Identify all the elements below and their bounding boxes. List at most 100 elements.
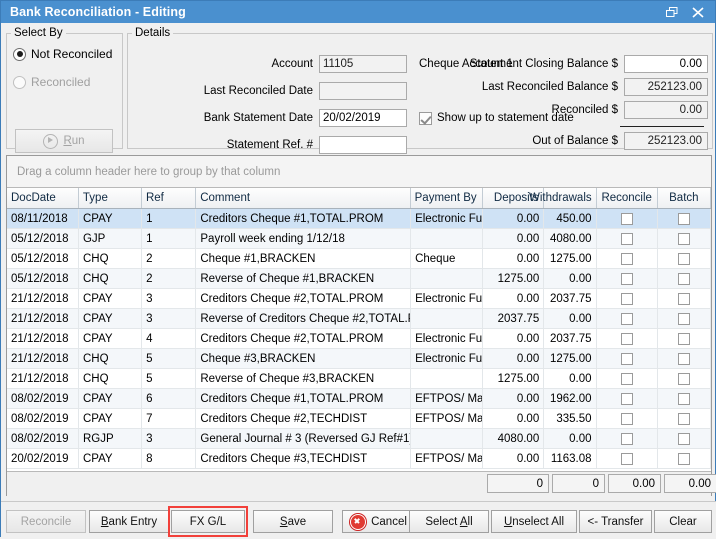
select-all-button[interactable]: Select All xyxy=(409,510,489,533)
cell-reconcile[interactable] xyxy=(597,389,658,408)
batch-checkbox[interactable] xyxy=(678,213,690,225)
reconcile-checkbox[interactable] xyxy=(621,413,633,425)
statement-ref-input[interactable] xyxy=(319,136,407,154)
account-input[interactable] xyxy=(319,55,407,73)
cell-batch[interactable] xyxy=(658,289,711,308)
cell-batch[interactable] xyxy=(658,369,711,388)
table-row[interactable]: 21/12/2018CPAY4Creditors Cheque #2,TOTAL… xyxy=(7,329,711,349)
reconcile-checkbox[interactable] xyxy=(621,373,633,385)
bank-statement-date-input[interactable] xyxy=(319,109,407,127)
reconcile-checkbox[interactable] xyxy=(621,353,633,365)
reconcile-checkbox[interactable] xyxy=(621,433,633,445)
group-by-drop-area[interactable]: Drag a column header here to group by th… xyxy=(7,156,711,188)
grid-header-reconcile[interactable]: Reconcile xyxy=(597,188,658,208)
reconcile-checkbox[interactable] xyxy=(621,293,633,305)
grid-header-comment[interactable]: Comment xyxy=(196,188,410,208)
reconcile-checkbox[interactable] xyxy=(621,393,633,405)
reconcile-checkbox[interactable] xyxy=(621,453,633,465)
run-button[interactable]: Run xyxy=(15,129,113,153)
cell-reconcile[interactable] xyxy=(597,369,658,388)
restore-icon[interactable] xyxy=(659,2,685,22)
table-row[interactable]: 21/12/2018CPAY3Reverse of Creditors Cheq… xyxy=(7,309,711,329)
cell-batch[interactable] xyxy=(658,389,711,408)
table-row[interactable]: 05/12/2018GJP1Payroll week ending 1/12/1… xyxy=(7,229,711,249)
cell-reconcile[interactable] xyxy=(597,249,658,268)
table-row[interactable]: 08/11/2018CPAY1Creditors Cheque #1,TOTAL… xyxy=(7,209,711,229)
cancel-button[interactable]: Cancel xyxy=(342,510,415,533)
batch-checkbox[interactable] xyxy=(678,433,690,445)
cell-reconcile[interactable] xyxy=(597,289,658,308)
batch-checkbox[interactable] xyxy=(678,453,690,465)
cell-batch[interactable] xyxy=(658,229,711,248)
batch-checkbox[interactable] xyxy=(678,413,690,425)
cell-reconcile[interactable] xyxy=(597,409,658,428)
checkbox-indicator[interactable] xyxy=(419,112,432,125)
table-row[interactable]: 20/02/2019CPAY8Creditors Cheque #3,TECHD… xyxy=(7,449,711,469)
cell-reconcile[interactable] xyxy=(597,229,658,248)
cell-batch[interactable] xyxy=(658,449,711,468)
batch-checkbox[interactable] xyxy=(678,293,690,305)
cell-reconcile[interactable] xyxy=(597,349,658,368)
grid-header-docdate[interactable]: DocDate xyxy=(7,188,79,208)
batch-checkbox[interactable] xyxy=(678,273,690,285)
grid-header-withdrawals[interactable]: Withdrawals xyxy=(544,188,597,208)
radio-reconciled[interactable]: Reconciled xyxy=(13,75,122,89)
cell-batch[interactable] xyxy=(658,429,711,448)
bank-entry-button-label: Bank Entry xyxy=(101,516,157,528)
statement-closing-balance-input[interactable] xyxy=(624,55,708,73)
batch-checkbox[interactable] xyxy=(678,373,690,385)
grid-header-ref[interactable]: Ref xyxy=(142,188,196,208)
bank-entry-button[interactable]: Bank Entry xyxy=(89,510,169,533)
cell-deposits: 0.00 xyxy=(483,409,544,428)
reconcile-checkbox[interactable] xyxy=(621,333,633,345)
table-row[interactable]: 21/12/2018CHQ5Reverse of Cheque #3,BRACK… xyxy=(7,369,711,389)
batch-checkbox[interactable] xyxy=(678,253,690,265)
cell-batch[interactable] xyxy=(658,329,711,348)
table-row[interactable]: 21/12/2018CPAY3Creditors Cheque #2,TOTAL… xyxy=(7,289,711,309)
cell-batch[interactable] xyxy=(658,209,711,228)
cell-batch[interactable] xyxy=(658,269,711,288)
radio-not-reconciled[interactable]: Not Reconciled xyxy=(13,47,122,61)
grid-header-type[interactable]: Type xyxy=(79,188,142,208)
save-button[interactable]: Save xyxy=(253,510,333,533)
transfer-button[interactable]: <- Transfer xyxy=(579,510,652,533)
cell-reconcile[interactable] xyxy=(597,449,658,468)
cell-reconcile[interactable] xyxy=(597,209,658,228)
reconcile-checkbox[interactable] xyxy=(621,273,633,285)
radio-reconciled-indicator[interactable] xyxy=(13,76,26,89)
batch-checkbox[interactable] xyxy=(678,233,690,245)
table-row[interactable]: 08/02/2019CPAY6Creditors Cheque #1,TOTAL… xyxy=(7,389,711,409)
cell-comment: Payroll week ending 1/12/18 xyxy=(196,229,411,248)
reconcile-button[interactable]: Reconcile xyxy=(6,510,86,533)
grid-header-batch[interactable]: Batch xyxy=(658,188,711,208)
reconcile-checkbox[interactable] xyxy=(621,253,633,265)
cell-batch[interactable] xyxy=(658,349,711,368)
batch-checkbox[interactable] xyxy=(678,353,690,365)
cell-reconcile[interactable] xyxy=(597,429,658,448)
cell-reconcile[interactable] xyxy=(597,329,658,348)
cell-batch[interactable] xyxy=(658,409,711,428)
cell-comment: Reverse of Cheque #1,BRACKEN xyxy=(196,269,411,288)
cell-reconcile[interactable] xyxy=(597,309,658,328)
table-row[interactable]: 08/02/2019CPAY7Creditors Cheque #2,TECHD… xyxy=(7,409,711,429)
batch-checkbox[interactable] xyxy=(678,313,690,325)
reconcile-checkbox[interactable] xyxy=(621,233,633,245)
cell-batch[interactable] xyxy=(658,309,711,328)
unselect-all-button[interactable]: Unselect All xyxy=(491,510,577,533)
batch-checkbox[interactable] xyxy=(678,393,690,405)
reconcile-checkbox[interactable] xyxy=(621,213,633,225)
radio-not-reconciled-indicator[interactable] xyxy=(13,48,26,61)
batch-checkbox[interactable] xyxy=(678,333,690,345)
table-row[interactable]: 05/12/2018CHQ2Reverse of Cheque #1,BRACK… xyxy=(7,269,711,289)
cell-batch[interactable] xyxy=(658,249,711,268)
reconcile-checkbox[interactable] xyxy=(621,313,633,325)
clear-button[interactable]: Clear xyxy=(654,510,712,533)
table-row[interactable]: 05/12/2018CHQ2Cheque #1,BRACKENCheque0.0… xyxy=(7,249,711,269)
close-icon[interactable] xyxy=(685,2,711,22)
table-row[interactable]: 08/02/2019RGJP3General Journal # 3 (Reve… xyxy=(7,429,711,449)
total-batch: 0.00 xyxy=(664,474,716,493)
cell-reconcile[interactable] xyxy=(597,269,658,288)
last-reconciled-date-input[interactable] xyxy=(319,82,407,100)
table-row[interactable]: 21/12/2018CHQ5Cheque #3,BRACKENElectroni… xyxy=(7,349,711,369)
grid-header-paymentby[interactable]: Payment By xyxy=(411,188,483,208)
